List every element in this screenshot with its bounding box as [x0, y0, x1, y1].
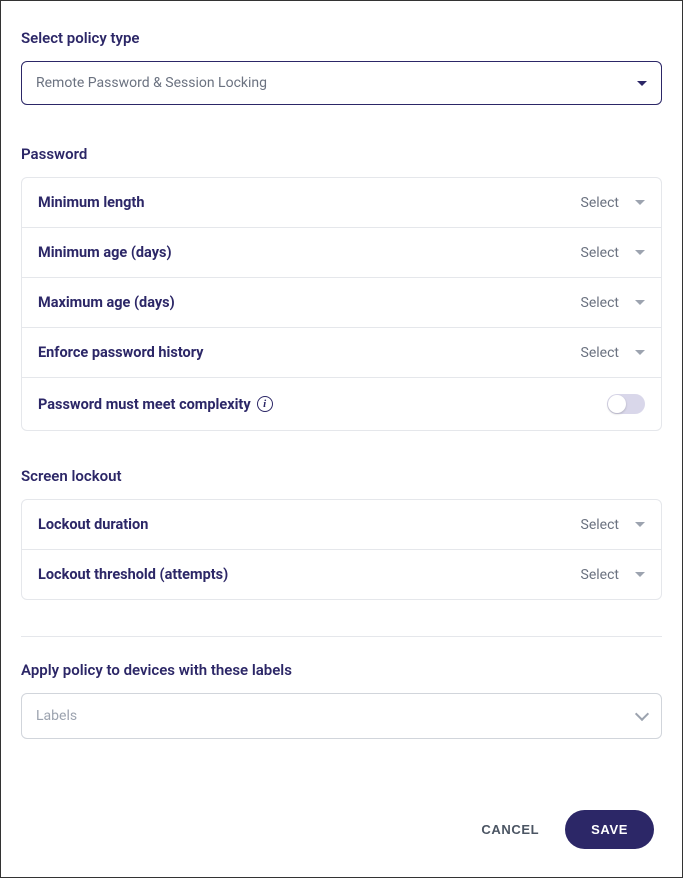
complexity-label-text: Password must meet complexity	[38, 396, 251, 413]
chevron-down-icon	[635, 707, 649, 721]
screen-lockout-group: Lockout duration Select Lockout threshol…	[21, 499, 662, 600]
select-text: Select	[581, 245, 619, 261]
select-text: Select	[581, 295, 619, 311]
max-age-select[interactable]: Select	[581, 295, 645, 311]
divider	[21, 636, 662, 637]
caret-down-icon	[635, 250, 645, 255]
lockout-threshold-row: Lockout threshold (attempts) Select	[22, 550, 661, 599]
footer: CANCEL SAVE	[1, 786, 682, 877]
lockout-threshold-label: Lockout threshold (attempts)	[38, 566, 228, 583]
scroll-container[interactable]: Select policy type Remote Password & Ses…	[1, 1, 682, 786]
screen-lockout-section-label: Screen lockout	[21, 467, 662, 485]
caret-down-icon	[635, 572, 645, 577]
apply-labels-section-label: Apply policy to devices with these label…	[21, 661, 662, 679]
caret-down-icon	[635, 522, 645, 527]
save-button[interactable]: SAVE	[565, 810, 654, 849]
lockout-duration-row: Lockout duration Select	[22, 500, 661, 550]
complexity-toggle[interactable]	[607, 394, 645, 414]
lockout-duration-label: Lockout duration	[38, 516, 148, 533]
cancel-button[interactable]: CANCEL	[481, 822, 539, 837]
min-age-label: Minimum age (days)	[38, 244, 172, 261]
min-age-select[interactable]: Select	[581, 245, 645, 261]
select-text: Select	[581, 345, 619, 361]
max-age-label: Maximum age (days)	[38, 294, 175, 311]
select-text: Select	[581, 567, 619, 583]
min-length-select[interactable]: Select	[581, 195, 645, 211]
caret-down-icon	[637, 81, 647, 86]
password-settings-group: Minimum length Select Minimum age (days)…	[21, 177, 662, 431]
select-text: Select	[581, 195, 619, 211]
min-length-label: Minimum length	[38, 194, 144, 211]
labels-select[interactable]: Labels	[21, 693, 662, 739]
policy-type-label: Select policy type	[21, 29, 662, 47]
min-age-row: Minimum age (days) Select	[22, 228, 661, 278]
toggle-knob	[608, 395, 626, 413]
max-age-row: Maximum age (days) Select	[22, 278, 661, 328]
labels-placeholder: Labels	[36, 708, 77, 724]
info-icon[interactable]: i	[257, 396, 273, 412]
policy-type-selected: Remote Password & Session Locking	[36, 75, 267, 91]
history-row: Enforce password history Select	[22, 328, 661, 378]
policy-type-select[interactable]: Remote Password & Session Locking	[21, 61, 662, 105]
complexity-row: Password must meet complexity i	[22, 378, 661, 430]
history-select[interactable]: Select	[581, 345, 645, 361]
min-length-row: Minimum length Select	[22, 178, 661, 228]
spacer	[21, 759, 662, 779]
complexity-label: Password must meet complexity i	[38, 396, 273, 413]
caret-down-icon	[635, 200, 645, 205]
select-text: Select	[581, 517, 619, 533]
lockout-threshold-select[interactable]: Select	[581, 567, 645, 583]
lockout-duration-select[interactable]: Select	[581, 517, 645, 533]
password-section-label: Password	[21, 145, 662, 163]
caret-down-icon	[635, 350, 645, 355]
caret-down-icon	[635, 300, 645, 305]
history-label: Enforce password history	[38, 344, 203, 361]
